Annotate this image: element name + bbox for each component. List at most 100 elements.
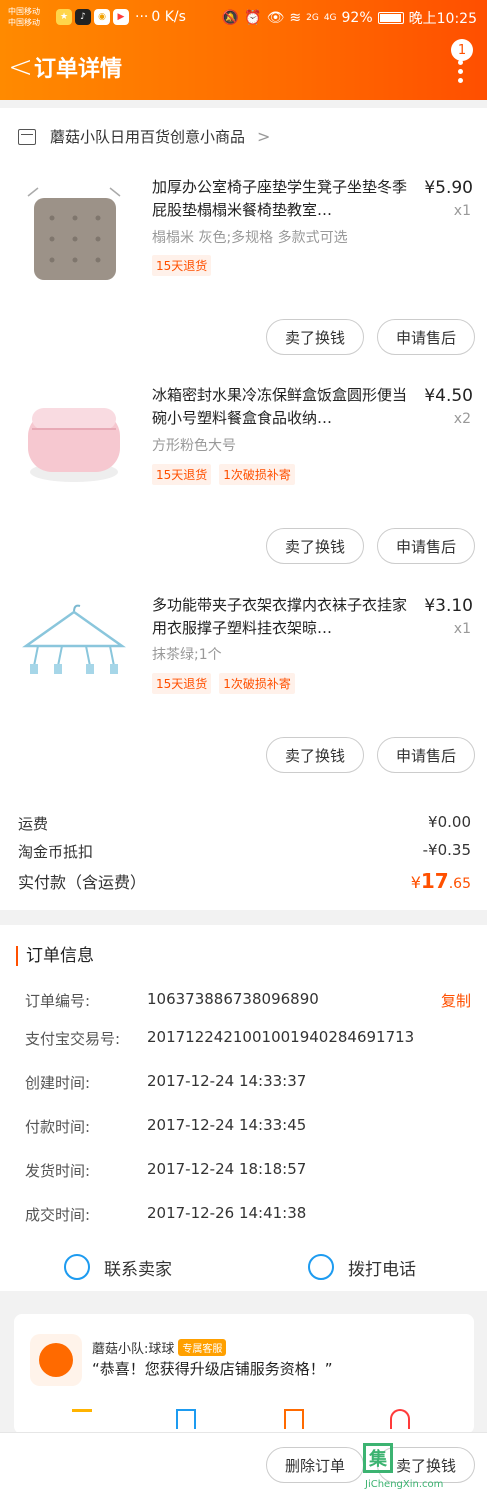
battery-percent: 92% <box>341 10 373 26</box>
sell-button[interactable]: 卖了换钱 <box>266 528 364 564</box>
status-right: 🔕 ⏰ 👁 ≋ 2G 4G 92% 晚上10:25 <box>222 8 477 28</box>
item-name: 多功能带夹子衣架衣撑内衣袜子衣挂家用衣服撑子塑料挂衣架晾… <box>152 596 408 637</box>
total-dec: .65 <box>448 876 471 892</box>
site-watermark: 集 JiChengXin.com <box>363 1443 481 1495</box>
sell-button[interactable]: 卖了换钱 <box>266 319 364 355</box>
carrier-labels: 中国移动 中国移动 <box>8 6 54 28</box>
order-info-title: 订单信息 <box>16 946 94 966</box>
sell-button[interactable]: 卖了换钱 <box>266 737 364 773</box>
hanger-thumbnail <box>22 604 126 674</box>
item-qty: x1 <box>453 203 471 219</box>
shipping-value: ¥0.00 <box>428 813 471 831</box>
completed-time-label: 成交时间: <box>25 1206 91 1224</box>
bottom-action-bar: 删除订单 卖了换钱 集 JiChengXin.com <box>0 1432 487 1500</box>
created-time-value: 2017-12-24 14:33:37 <box>147 1072 307 1090</box>
storage-box-thumbnail <box>28 408 120 482</box>
total-row: 实付款（含运费） ¥17.65 <box>18 869 471 893</box>
video-app-icon: ▶ <box>113 9 129 25</box>
total-label: 实付款（含运费） <box>18 873 147 892</box>
carrier-1: 中国移动 <box>8 7 40 16</box>
item-tags: 15天退货 <box>152 255 212 276</box>
app-header: 中国移动 中国移动 ★ ♪ ◉ ▶ ··· 0 K/s 🔕 ⏰ 👁 ≋ 2G 4… <box>0 0 487 100</box>
status-bar: 中国移动 中国移动 ★ ♪ ◉ ▶ ··· 0 K/s 🔕 ⏰ 👁 ≋ 2G 4… <box>0 0 487 34</box>
shipping-row: 运费 ¥0.00 <box>18 813 471 834</box>
carrier-2: 中国移动 <box>8 18 40 27</box>
item-qty: x2 <box>453 411 471 427</box>
eye-icon: 👁 <box>266 10 285 26</box>
box-icon[interactable] <box>176 1409 196 1429</box>
call-phone-button[interactable]: 拨打电话 <box>308 1247 416 1287</box>
service-agent: 蘑菇小队:球球 专属客服 <box>92 1338 227 1357</box>
return-tag: 15天退货 <box>152 464 212 485</box>
title-bar: < 订单详情 1 <box>0 34 487 100</box>
copy-button[interactable]: 复制 <box>441 990 471 1011</box>
clock: 晚上10:25 <box>408 11 477 27</box>
coin-label: 淘金币抵扣 <box>18 843 94 861</box>
item-spec: 榻榻米 灰色;多规格 多款式可选 <box>152 230 348 246</box>
contact-seller-button[interactable]: 联系卖家 <box>64 1247 172 1287</box>
battery-icon <box>377 12 404 24</box>
alipay-trade-value: 2017122421001001940284691713 <box>147 1028 415 1046</box>
shop-icon[interactable] <box>284 1409 304 1429</box>
delete-order-button[interactable]: 删除订单 <box>266 1447 364 1483</box>
mute-icon: 🔕 <box>221 10 240 26</box>
back-button[interactable]: < <box>8 50 33 85</box>
store-icon <box>18 128 36 145</box>
after-sale-button[interactable]: 申请售后 <box>377 319 475 355</box>
damage-reship-tag: 1次破损补寄 <box>219 673 295 694</box>
alarm-icon: ⏰ <box>244 10 262 26</box>
tiktok-icon: ♪ <box>75 9 91 25</box>
total-int: 17 <box>420 869 449 893</box>
shipping-label: 运费 <box>18 815 49 833</box>
item-name: 冰箱密封水果冷冻保鲜盒饭盒圆形便当碗小号塑料餐盒食品收纳… <box>152 386 408 427</box>
contact-seller-label: 联系卖家 <box>104 1259 172 1280</box>
watermark-logo: 集 <box>363 1443 393 1473</box>
after-sale-button[interactable]: 申请售后 <box>377 528 475 564</box>
watermark-site: JiChengXin.com <box>365 1479 444 1490</box>
network-2g-label: 2G <box>306 13 319 23</box>
shipped-time-value: 2017-12-24 18:18:57 <box>147 1160 307 1178</box>
shipped-time-label: 发货时间: <box>25 1162 91 1180</box>
mascot-avatar <box>30 1334 82 1386</box>
lightning-icon[interactable] <box>72 1409 92 1429</box>
item-spec: 抹茶绿;1个 <box>152 647 222 663</box>
photo-app-icon: ◉ <box>94 9 110 25</box>
shop-link[interactable]: 蘑菇小队日用百货创意小商品 > <box>18 126 270 147</box>
shop-name: 蘑菇小队日用百货创意小商品 <box>50 128 246 146</box>
chevron-right-icon: > <box>257 127 271 146</box>
paid-time-label: 付款时间: <box>25 1118 91 1136</box>
return-tag: 15天退货 <box>152 255 212 276</box>
net-speed: 0 K/s <box>151 9 186 25</box>
call-phone-label: 拨打电话 <box>348 1259 416 1280</box>
item-tags: 15天退货 1次破损补寄 <box>152 673 295 694</box>
more-menu-icon[interactable] <box>458 60 463 83</box>
alipay-trade-label: 支付宝交易号: <box>25 1030 121 1048</box>
cushion-thumbnail <box>27 187 121 280</box>
return-tag: 15天退货 <box>152 673 212 694</box>
order-number-value: 106373886738096890 <box>147 990 319 1008</box>
item-spec: 方形粉色大号 <box>152 438 236 454</box>
after-sale-button[interactable]: 申请售后 <box>377 737 475 773</box>
service-message: “恭喜！您获得升级店铺服务资格！” <box>92 1360 333 1378</box>
item-price: ¥4.50 <box>424 386 473 406</box>
item-name: 加厚办公室椅子座垫学生凳子坐垫冬季屁股垫榻榻米餐椅垫教室… <box>152 178 408 219</box>
total-currency: ¥ <box>410 873 421 892</box>
phone-icon <box>308 1254 334 1280</box>
total-amount: ¥17.65 <box>411 869 471 893</box>
service-card[interactable]: 蘑菇小队:球球 专属客服 “恭喜！您获得升级店铺服务资格！” <box>14 1314 474 1434</box>
item-price: ¥5.90 <box>424 178 473 198</box>
paid-time-value: 2017-12-24 14:33:45 <box>147 1116 307 1134</box>
created-time-label: 创建时间: <box>25 1074 91 1092</box>
bell-icon[interactable] <box>390 1409 410 1429</box>
exclusive-service-badge: 专属客服 <box>178 1339 227 1356</box>
star-app-icon: ★ <box>56 9 72 25</box>
more-dots-label: ··· <box>135 9 149 25</box>
item-price: ¥3.10 <box>424 596 473 616</box>
item-tags: 15天退货 1次破损补寄 <box>152 464 295 485</box>
service-shortcuts <box>14 1409 474 1431</box>
damage-reship-tag: 1次破损补寄 <box>219 464 295 485</box>
network-4g-label: 4G <box>323 13 337 23</box>
service-agent-name: 蘑菇小队:球球 <box>92 1342 175 1357</box>
chat-icon <box>64 1254 90 1280</box>
notification-badge: 1 <box>451 39 473 61</box>
